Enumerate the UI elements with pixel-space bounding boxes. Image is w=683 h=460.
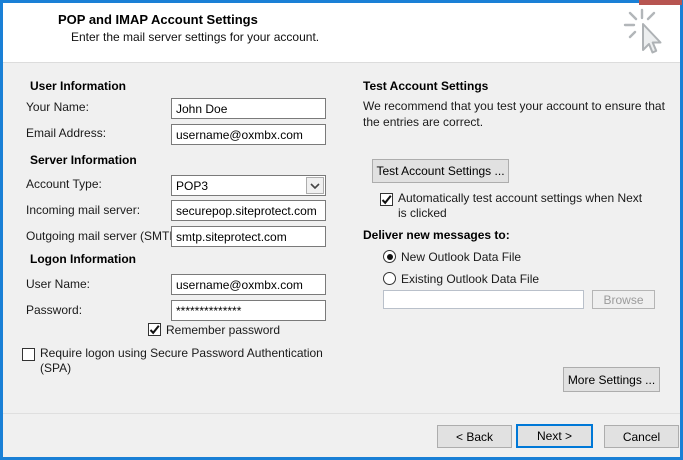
browse-button: Browse: [592, 290, 655, 309]
more-settings-button[interactable]: More Settings ...: [563, 367, 660, 392]
page-subtitle: Enter the mail server settings for your …: [71, 30, 319, 44]
existing-data-file-path-field: [383, 290, 584, 309]
chevron-down-icon[interactable]: [306, 177, 324, 194]
spa-checkbox[interactable]: [22, 348, 35, 361]
existing-data-file-label: Existing Outlook Data File: [401, 272, 539, 286]
section-user-information: User Information: [30, 79, 126, 93]
email-address-field[interactable]: [171, 124, 326, 145]
spa-label: Require logon using Secure Password Auth…: [40, 346, 340, 376]
outgoing-server-field[interactable]: [171, 226, 326, 247]
account-type-label: Account Type:: [26, 177, 102, 191]
remember-password-checkbox[interactable]: [148, 323, 161, 336]
check-icon: [149, 324, 160, 335]
account-type-dropdown[interactable]: POP3: [171, 175, 326, 196]
outgoing-server-label: Outgoing mail server (SMTP):: [26, 229, 185, 243]
existing-data-file-radio[interactable]: [383, 272, 396, 285]
test-account-settings-button[interactable]: Test Account Settings ...: [372, 159, 509, 183]
cursor-click-icon: [623, 8, 677, 62]
new-data-file-label: New Outlook Data File: [401, 250, 521, 264]
your-name-label: Your Name:: [26, 100, 89, 114]
password-label: Password:: [26, 303, 82, 317]
incoming-server-field[interactable]: [171, 200, 326, 221]
password-field[interactable]: [171, 300, 326, 321]
section-logon-information: Logon Information: [30, 252, 136, 266]
wizard-header: POP and IMAP Account Settings Enter the …: [3, 3, 680, 63]
user-name-field[interactable]: [171, 274, 326, 295]
your-name-field[interactable]: [171, 98, 326, 119]
back-button[interactable]: < Back: [437, 425, 512, 448]
footer-divider: [3, 413, 680, 414]
cancel-button[interactable]: Cancel: [604, 425, 679, 448]
section-deliver-new-messages: Deliver new messages to:: [363, 228, 510, 242]
overlapping-close-button-fragment: [639, 0, 682, 5]
section-server-information: Server Information: [30, 153, 137, 167]
account-type-value: POP3: [176, 179, 208, 193]
incoming-server-label: Incoming mail server:: [26, 203, 140, 217]
test-description: We recommend that you test your account …: [363, 99, 673, 130]
new-data-file-radio[interactable]: [383, 250, 396, 263]
check-icon: [381, 194, 392, 205]
auto-test-checkbox[interactable]: [380, 193, 393, 206]
page-title: POP and IMAP Account Settings: [58, 12, 258, 27]
user-name-label: User Name:: [26, 277, 90, 291]
auto-test-label: Automatically test account settings when…: [398, 191, 653, 221]
section-test-account-settings: Test Account Settings: [363, 79, 488, 93]
email-address-label: Email Address:: [26, 126, 106, 140]
remember-password-label: Remember password: [166, 323, 280, 337]
next-button[interactable]: Next >: [516, 424, 593, 448]
